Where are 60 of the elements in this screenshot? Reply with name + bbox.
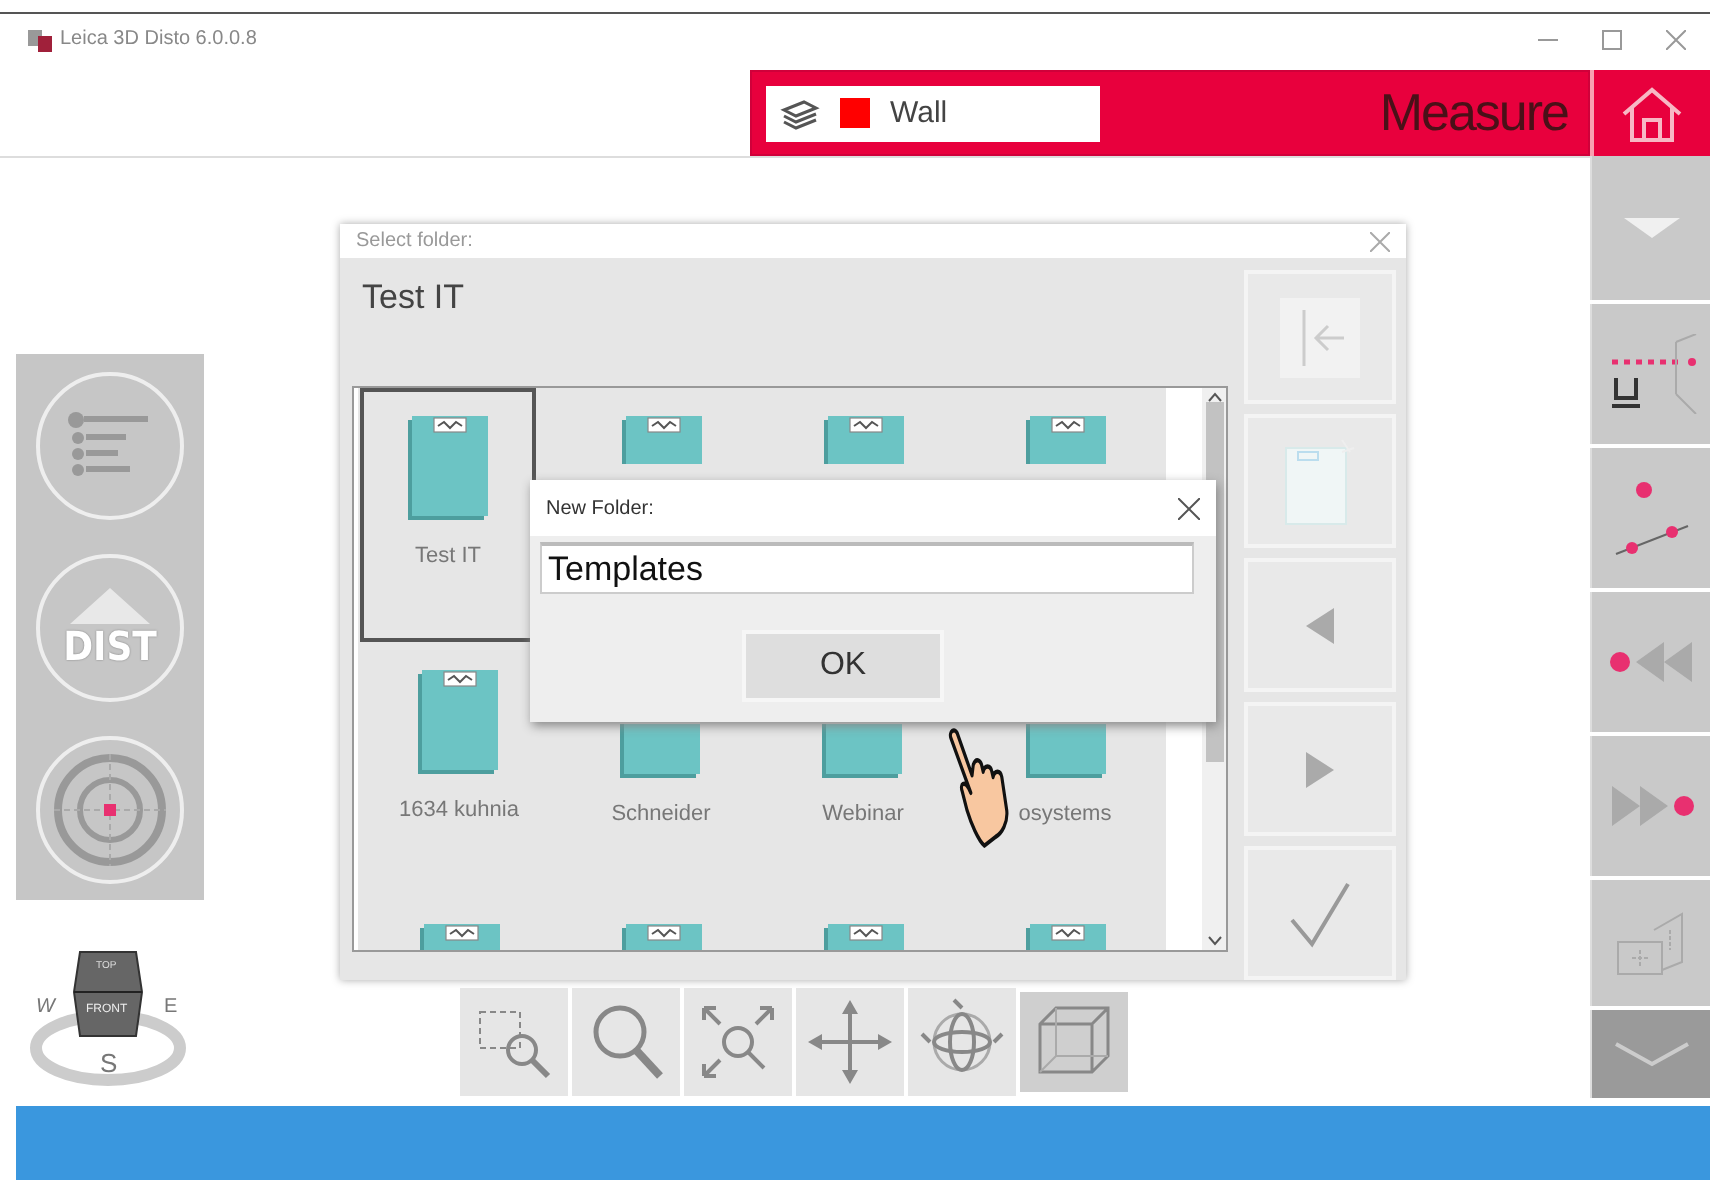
previous-button[interactable] bbox=[1244, 558, 1396, 692]
dialog-title: New Folder: bbox=[546, 497, 654, 519]
folder-icon bbox=[408, 416, 488, 520]
folder-icon bbox=[620, 724, 701, 778]
folder-name: Webinar bbox=[822, 802, 904, 826]
window-title: Leica 3D Disto 6.0.0.8 bbox=[60, 28, 259, 50]
scroll-up-icon[interactable] bbox=[1207, 392, 1221, 402]
orbit-button[interactable] bbox=[908, 988, 1016, 1096]
folder-icon bbox=[1025, 416, 1105, 464]
compass-east: E bbox=[164, 996, 178, 1018]
scroll-down-icon[interactable] bbox=[1207, 936, 1221, 946]
view-cube-drawing[interactable] bbox=[72, 948, 144, 1040]
ok-button[interactable]: OK bbox=[742, 630, 944, 702]
layer-name: Wall bbox=[890, 96, 948, 130]
list-icon bbox=[66, 409, 154, 481]
app-icon bbox=[28, 27, 52, 51]
folder-name: Schneider bbox=[611, 802, 711, 826]
folder-path: Test IT bbox=[362, 278, 467, 320]
folder-icon bbox=[823, 416, 903, 464]
left-triangle-icon bbox=[1306, 607, 1334, 643]
list-button[interactable] bbox=[36, 371, 184, 519]
rewind-point-icon bbox=[1607, 638, 1695, 686]
search-button[interactable] bbox=[572, 988, 680, 1096]
home-button[interactable] bbox=[1590, 70, 1710, 156]
target-button[interactable] bbox=[36, 735, 184, 883]
close-icon[interactable] bbox=[1178, 497, 1200, 519]
move-button[interactable] bbox=[796, 988, 904, 1096]
layer-field[interactable]: Wall bbox=[766, 85, 1100, 141]
confirm-button[interactable] bbox=[1244, 846, 1396, 980]
maximize-icon[interactable] bbox=[1602, 29, 1622, 49]
folder-icon bbox=[822, 724, 903, 778]
right-triangle-icon bbox=[1306, 751, 1334, 787]
home-icon bbox=[1618, 83, 1686, 143]
box-button[interactable] bbox=[1020, 992, 1128, 1092]
folder-icon bbox=[418, 670, 499, 774]
forward-point-icon bbox=[1607, 782, 1695, 830]
checkmark-icon bbox=[1288, 879, 1352, 947]
zoom-extents-button[interactable] bbox=[684, 988, 792, 1096]
distance-line-button[interactable] bbox=[1590, 304, 1710, 444]
folder-name-field[interactable]: Templates bbox=[540, 542, 1194, 594]
folder-icon bbox=[621, 416, 701, 464]
down-chevron-icon bbox=[1611, 1040, 1691, 1068]
folder-name: Test IT bbox=[414, 544, 481, 568]
move-icon bbox=[804, 996, 896, 1088]
zoom-window-button[interactable] bbox=[460, 988, 568, 1096]
planes-icon bbox=[1613, 909, 1689, 977]
folder-name: osystems bbox=[1018, 802, 1112, 826]
triangle-icon bbox=[70, 587, 150, 623]
dialog-title: Select folder: bbox=[356, 230, 473, 252]
scroll-down-button[interactable] bbox=[1590, 1010, 1710, 1098]
exit-icon bbox=[1276, 293, 1364, 381]
mode-title: Measure bbox=[1379, 82, 1568, 144]
folder-name: 1634 kuhnia bbox=[399, 798, 519, 822]
compass-south: S bbox=[100, 1048, 118, 1078]
target-icon bbox=[50, 749, 170, 869]
compass-west: W bbox=[36, 996, 55, 1018]
folder-icon bbox=[1025, 724, 1105, 778]
layers-icon bbox=[780, 97, 820, 129]
hand-drawing bbox=[946, 726, 1010, 850]
next-button[interactable] bbox=[1244, 702, 1396, 836]
